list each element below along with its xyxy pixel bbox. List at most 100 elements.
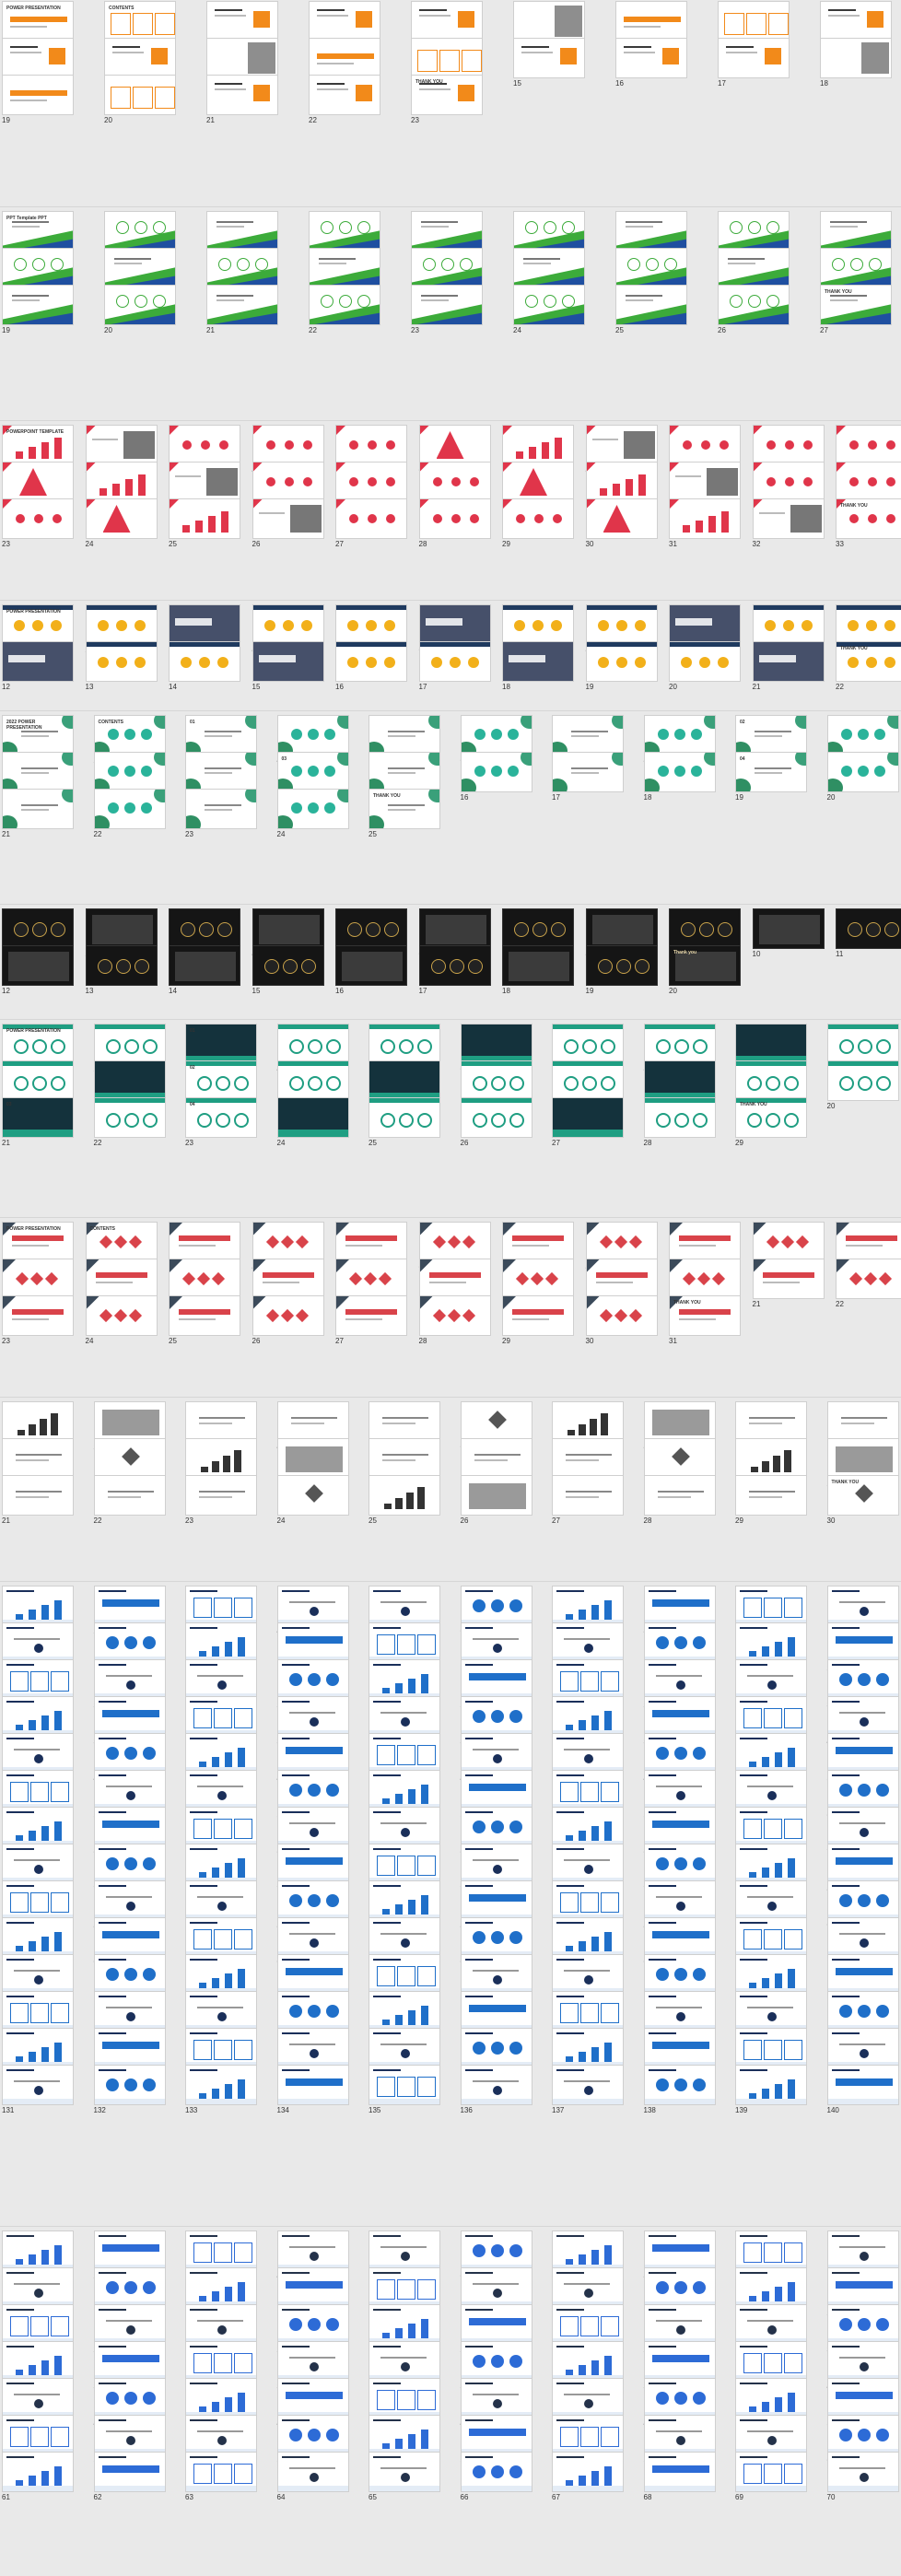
slide-thumbnail[interactable]: 2022 POWER PRESENTATION [2, 715, 74, 755]
slide-thumbnail[interactable] [643, 1770, 716, 1810]
slide-thumbnail[interactable] [826, 2378, 899, 2418]
slide-thumbnail[interactable] [615, 285, 687, 325]
slide-thumbnail[interactable] [369, 2028, 440, 2068]
slide-thumbnail[interactable] [735, 1844, 807, 1884]
slide-thumbnail[interactable] [185, 2415, 257, 2455]
slide-thumbnail[interactable]: CONTENTS [93, 715, 166, 755]
slide-thumbnail[interactable] [276, 1954, 349, 1995]
slide-thumbnail[interactable] [185, 1954, 257, 1995]
slide-thumbnail[interactable] [2, 1696, 74, 1737]
slide-thumbnail[interactable] [185, 1917, 257, 1958]
slide-thumbnail[interactable] [276, 1991, 349, 2032]
slide-thumbnail[interactable] [185, 2341, 257, 2382]
slide-thumbnail[interactable] [460, 1438, 532, 1479]
slide-thumbnail[interactable]: 04 [185, 1097, 257, 1138]
slide-thumbnail[interactable]: 01 [185, 715, 257, 755]
slide-thumbnail[interactable] [93, 789, 166, 829]
slide-thumbnail[interactable] [276, 1696, 349, 1737]
slide-thumbnail[interactable] [460, 1659, 532, 1700]
slide-thumbnail[interactable] [552, 2378, 624, 2418]
slide-thumbnail[interactable] [93, 1024, 166, 1064]
slide-thumbnail[interactable] [460, 2341, 532, 2382]
slide-thumbnail[interactable] [418, 1295, 491, 1336]
slide-thumbnail[interactable]: 01 [185, 1024, 257, 1064]
slide-thumbnail[interactable] [252, 462, 324, 502]
slide-thumbnail[interactable] [206, 285, 278, 325]
slide-thumbnail[interactable] [585, 641, 658, 682]
slide-thumbnail[interactable] [85, 604, 158, 645]
slide-thumbnail[interactable] [643, 2415, 716, 2455]
slide-thumbnail[interactable] [460, 1060, 532, 1101]
slide-thumbnail[interactable] [93, 2415, 166, 2455]
slide-thumbnail[interactable] [826, 1770, 899, 1810]
slide-thumbnail[interactable] [2, 2028, 74, 2068]
slide-thumbnail[interactable] [502, 425, 574, 465]
slide-thumbnail[interactable] [502, 1295, 574, 1336]
slide-thumbnail[interactable] [369, 1844, 440, 1884]
slide-thumbnail[interactable] [369, 1060, 440, 1101]
slide-thumbnail[interactable] [369, 2415, 440, 2455]
slide-thumbnail[interactable] [309, 75, 380, 115]
slide-thumbnail[interactable] [826, 1880, 899, 1921]
slide-thumbnail[interactable] [836, 425, 901, 465]
slide-thumbnail[interactable]: CONTENTS [85, 1222, 158, 1262]
slide-thumbnail[interactable] [206, 38, 278, 78]
slide-thumbnail[interactable] [85, 425, 158, 465]
slide-thumbnail[interactable] [276, 2341, 349, 2382]
slide-thumbnail[interactable] [552, 2267, 624, 2308]
slide-thumbnail[interactable] [460, 1401, 532, 1442]
slide-thumbnail[interactable] [276, 2304, 349, 2345]
slide-thumbnail[interactable] [2, 498, 74, 539]
slide-thumbnail[interactable] [552, 1917, 624, 1958]
slide-thumbnail[interactable] [735, 2415, 807, 2455]
slide-thumbnail[interactable] [206, 75, 278, 115]
slide-thumbnail[interactable] [276, 2378, 349, 2418]
slide-thumbnail[interactable] [735, 1475, 807, 1516]
slide-thumbnail[interactable] [735, 1991, 807, 2032]
slide-thumbnail[interactable] [418, 1259, 491, 1299]
slide-thumbnail[interactable] [252, 945, 324, 986]
slide-thumbnail[interactable] [2, 2304, 74, 2345]
slide-thumbnail[interactable] [718, 38, 790, 78]
slide-thumbnail[interactable] [552, 1401, 624, 1442]
slide-thumbnail[interactable] [309, 285, 380, 325]
slide-thumbnail[interactable] [93, 1475, 166, 1516]
slide-thumbnail[interactable] [552, 2452, 624, 2492]
slide-thumbnail[interactable] [735, 1586, 807, 1626]
slide-thumbnail[interactable] [276, 715, 349, 755]
slide-thumbnail[interactable] [552, 2341, 624, 2382]
slide-thumbnail[interactable] [369, 2304, 440, 2345]
slide-thumbnail[interactable] [335, 945, 407, 986]
slide-thumbnail[interactable] [718, 1, 790, 41]
slide-thumbnail[interactable] [93, 2378, 166, 2418]
slide-thumbnail[interactable] [836, 908, 901, 949]
slide-thumbnail[interactable] [252, 1295, 324, 1336]
slide-thumbnail[interactable] [185, 1438, 257, 1479]
slide-thumbnail[interactable] [552, 1954, 624, 1995]
slide-thumbnail[interactable] [93, 2028, 166, 2068]
slide-thumbnail[interactable] [460, 1586, 532, 1626]
slide-thumbnail[interactable] [93, 1954, 166, 1995]
slide-thumbnail[interactable] [276, 1438, 349, 1479]
slide-thumbnail[interactable] [735, 2304, 807, 2345]
slide-thumbnail[interactable] [185, 1807, 257, 1847]
slide-thumbnail[interactable]: THANK YOU [820, 285, 892, 325]
slide-thumbnail[interactable] [85, 908, 158, 949]
slide-thumbnail[interactable] [643, 2341, 716, 2382]
slide-thumbnail[interactable] [513, 248, 585, 288]
slide-thumbnail[interactable] [460, 2304, 532, 2345]
slide-thumbnail[interactable] [552, 2304, 624, 2345]
slide-thumbnail[interactable] [513, 1, 585, 41]
slide-thumbnail[interactable] [276, 1622, 349, 1663]
slide-thumbnail[interactable] [643, 1060, 716, 1101]
slide-thumbnail[interactable]: THANK YOU [735, 1097, 807, 1138]
slide-thumbnail[interactable] [826, 2304, 899, 2345]
slide-thumbnail[interactable] [836, 462, 901, 502]
slide-thumbnail[interactable]: POWER PRESENTATION [2, 1024, 74, 1064]
slide-thumbnail[interactable]: THANK YOU [669, 1295, 741, 1336]
slide-thumbnail[interactable] [502, 908, 574, 949]
slide-thumbnail[interactable]: THANK YOU [836, 641, 901, 682]
slide-thumbnail[interactable] [643, 1401, 716, 1442]
slide-thumbnail[interactable] [185, 1991, 257, 2032]
slide-thumbnail[interactable] [2, 1844, 74, 1884]
